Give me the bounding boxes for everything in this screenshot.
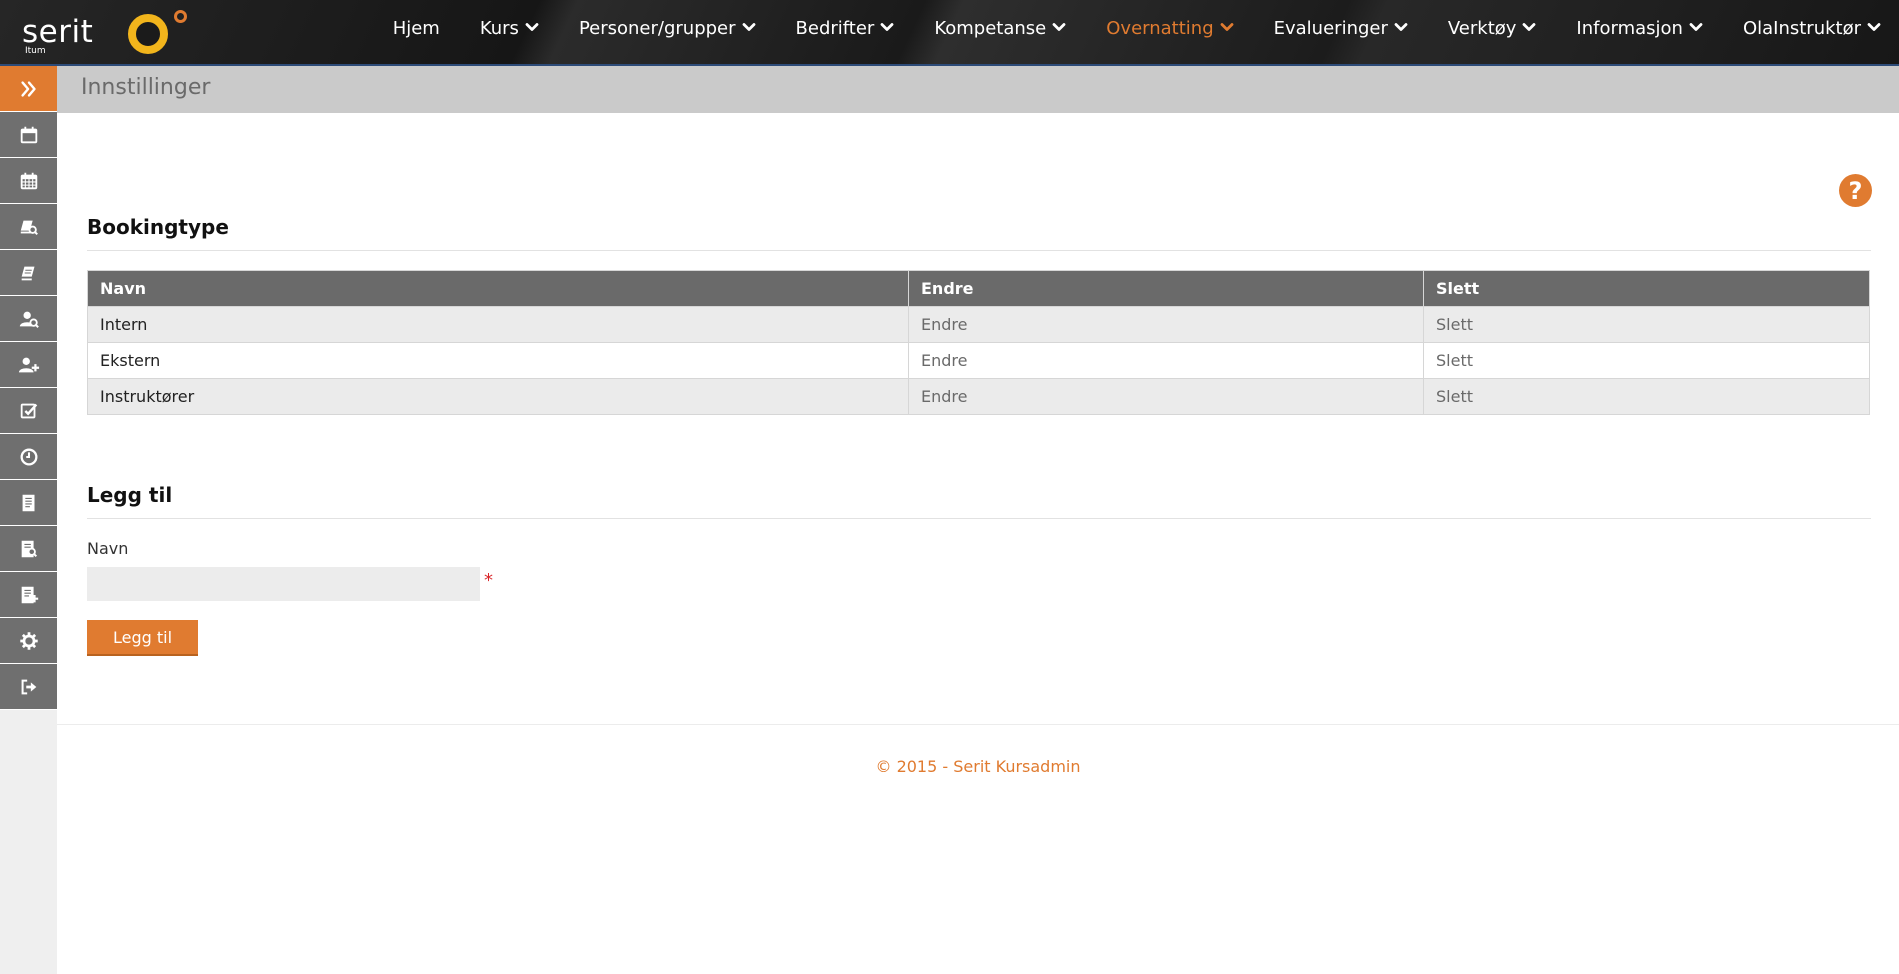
- delete-link[interactable]: Slett: [1423, 342, 1870, 379]
- sidebar-item-document-search[interactable]: [0, 526, 57, 572]
- nav-item-label: Overnatting: [1106, 17, 1214, 39]
- nav-item-label: Kompetanse: [934, 17, 1047, 39]
- logo-ring-icon: [128, 14, 168, 54]
- sidebar-item-person-add[interactable]: [0, 342, 57, 388]
- nav-item-label: Evalueringer: [1273, 17, 1388, 39]
- sidebar-item-checkbox[interactable]: [0, 388, 57, 434]
- clock-icon: [18, 446, 40, 468]
- name-label: Navn: [87, 539, 129, 558]
- nav-item-verktøy[interactable]: Verktøy: [1448, 18, 1537, 39]
- document-add-icon: [18, 584, 40, 606]
- add-heading: Legg til: [87, 483, 173, 507]
- sidebar-item-person-search[interactable]: [0, 296, 57, 342]
- add-button[interactable]: Legg til: [87, 620, 198, 656]
- nav-item-label: Hjem: [392, 17, 440, 39]
- chevron-down-icon: [1522, 20, 1536, 34]
- chevron-down-icon: [1052, 20, 1066, 34]
- sidebar-item-document-add[interactable]: [0, 572, 57, 618]
- chevron-down-icon: [1689, 20, 1703, 34]
- chevron-down-icon: [525, 20, 539, 34]
- calendar-grid-icon: [18, 170, 40, 192]
- course-edit-icon: [18, 262, 40, 284]
- sidebar-item-gear[interactable]: [0, 618, 57, 664]
- sidebar-item-sign-out[interactable]: [0, 664, 57, 710]
- sidebar-item-clock[interactable]: [0, 434, 57, 480]
- column-header-endre[interactable]: Endre: [908, 270, 1424, 307]
- chevron-down-icon: [880, 20, 894, 34]
- sidebar-toggle-button[interactable]: [0, 66, 57, 112]
- chevron-down-icon: [742, 20, 756, 34]
- sidebar-item-course-search[interactable]: [0, 204, 57, 250]
- column-header-navn[interactable]: Navn: [87, 270, 909, 307]
- chevron-down-icon: [1867, 20, 1881, 34]
- nav-item-informasjon[interactable]: Informasjon: [1576, 18, 1703, 39]
- gear-icon: [18, 630, 40, 652]
- page-title: Innstillinger: [81, 75, 211, 100]
- sidebar-item-calendar[interactable]: [0, 112, 57, 158]
- footer-copyright: © 2015 - Serit Kursadmin: [875, 757, 1081, 776]
- serit-logo[interactable]: serit Itum: [22, 10, 192, 56]
- logo-text: serit: [22, 14, 94, 50]
- person-search-icon: [18, 308, 40, 330]
- logo-subtext: Itum: [25, 46, 46, 56]
- nav-item-personer-grupper[interactable]: Personer/grupper: [579, 18, 756, 39]
- nav-item-label: Bedrifter: [795, 17, 875, 39]
- sidebar-item-calendar-grid[interactable]: [0, 158, 57, 204]
- divider: [87, 518, 1871, 519]
- edit-link[interactable]: Endre: [908, 342, 1424, 379]
- nav-item-bedrifter[interactable]: Bedrifter: [796, 18, 895, 39]
- bookingtype-heading: Bookingtype: [87, 215, 229, 239]
- bookingtype-table: Navn Endre Slett Intern Endre Slett Ekstern…: [87, 270, 1870, 415]
- document-icon: [18, 492, 40, 514]
- cell-name: Ekstern: [87, 342, 909, 379]
- divider: [87, 250, 1871, 251]
- name-field[interactable]: [87, 567, 480, 601]
- table-row: Intern Endre Slett: [87, 306, 1870, 343]
- calendar-icon: [18, 124, 40, 146]
- chevron-down-icon: [1220, 20, 1234, 34]
- footer-divider: [57, 724, 1899, 725]
- nav-item-label: Personer/grupper: [578, 17, 736, 39]
- sidebar-item-course-edit[interactable]: [0, 250, 57, 296]
- nav-item-kompetanse[interactable]: Kompetanse: [934, 18, 1066, 39]
- course-search-icon: [18, 216, 40, 238]
- main-nav: Hjem Kurs Personer/grupper Bedrifter Kompeta…: [353, 0, 1899, 56]
- chevron-down-icon: [1394, 20, 1408, 34]
- required-marker: *: [484, 570, 493, 591]
- edit-link[interactable]: Endre: [908, 378, 1424, 415]
- table-row: Instruktører Endre Slett: [87, 378, 1870, 415]
- sidebar: [0, 66, 57, 974]
- page-header-bar: Innstillinger: [57, 66, 1899, 113]
- table-row: Ekstern Endre Slett: [87, 342, 1870, 379]
- sidebar-item-document[interactable]: [0, 480, 57, 526]
- delete-link[interactable]: Slett: [1423, 306, 1870, 343]
- sign-out-icon: [18, 676, 40, 698]
- cell-name: Intern: [87, 306, 909, 343]
- document-search-icon: [18, 538, 40, 560]
- column-header-slett[interactable]: Slett: [1423, 270, 1870, 307]
- delete-link[interactable]: Slett: [1423, 378, 1870, 415]
- edit-link[interactable]: Endre: [908, 306, 1424, 343]
- nav-item-kurs[interactable]: Kurs: [480, 18, 539, 39]
- top-navbar: serit Itum Hjem Kurs Personer/grupper Bedri…: [0, 0, 1899, 66]
- nav-item-label: Informasjon: [1576, 17, 1683, 39]
- checkbox-icon: [18, 400, 40, 422]
- person-add-icon: [18, 354, 40, 376]
- double-chevron-right-icon: [18, 78, 40, 100]
- logo-dot-icon: [174, 10, 187, 23]
- nav-item-overnatting[interactable]: Overnatting: [1106, 17, 1234, 39]
- nav-item-label: Kurs: [479, 17, 519, 39]
- nav-item-olainstruktør[interactable]: OlaInstruktør: [1743, 18, 1881, 39]
- nav-item-label: Verktøy: [1447, 17, 1517, 39]
- nav-item-label: OlaInstruktør: [1742, 17, 1861, 39]
- question-circle-icon[interactable]: ?: [1839, 174, 1872, 207]
- cell-name: Instruktører: [87, 378, 909, 415]
- nav-item-hjem[interactable]: Hjem: [393, 18, 440, 39]
- table-header-row: Navn Endre Slett: [87, 270, 1870, 307]
- nav-item-evalueringer[interactable]: Evalueringer: [1274, 18, 1408, 39]
